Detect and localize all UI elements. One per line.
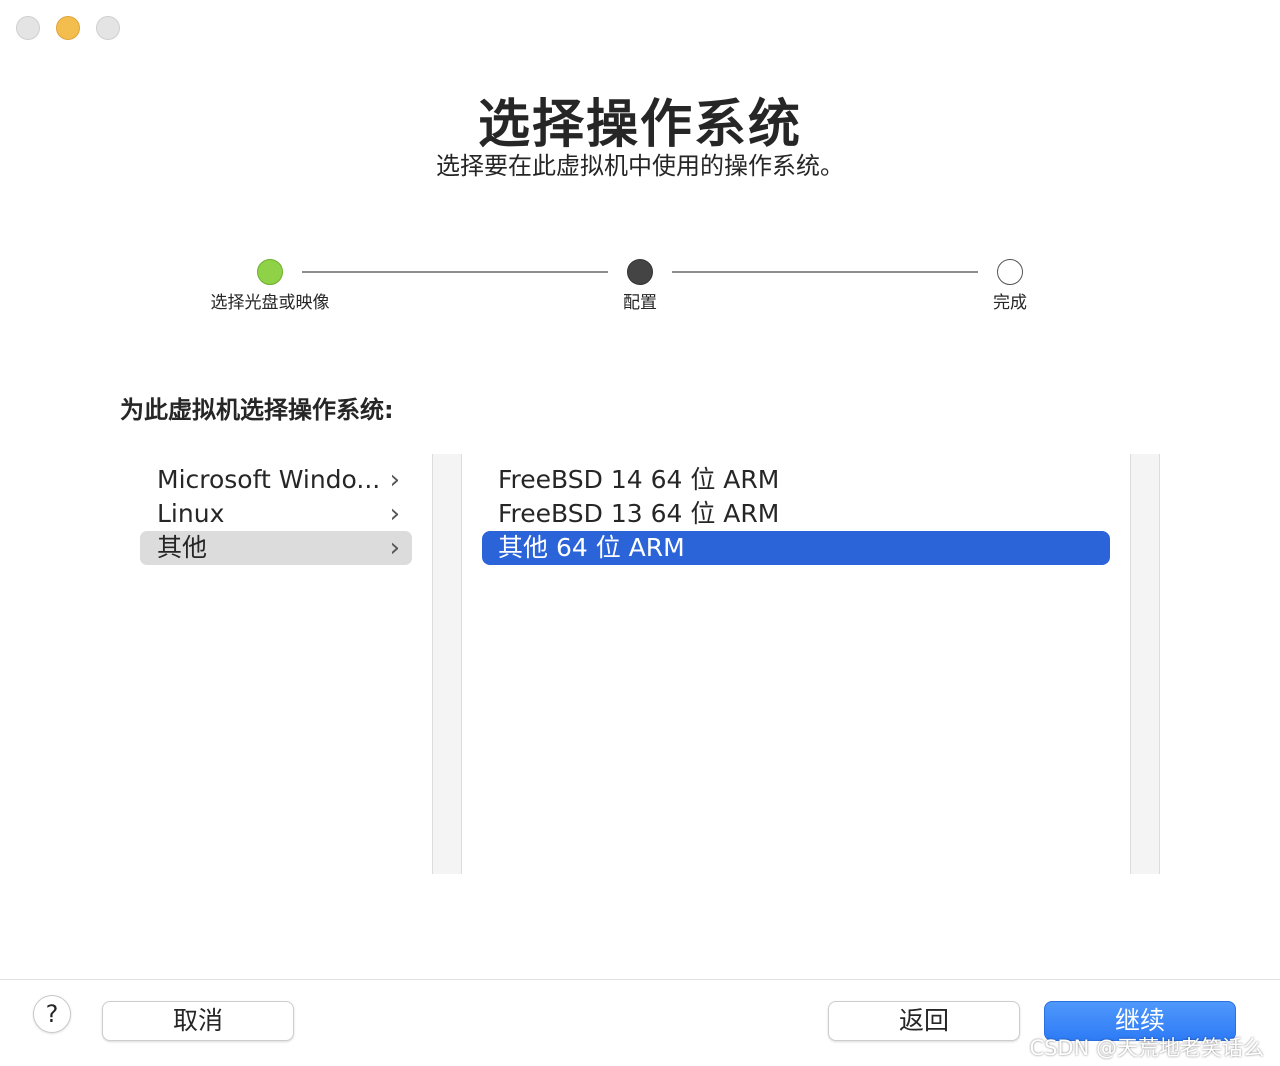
column-divider[interactable] bbox=[1130, 454, 1160, 874]
category-label: Microsoft Windo... bbox=[157, 465, 381, 494]
os-item-freebsd-13[interactable]: FreeBSD 13 64 位 ARM bbox=[482, 497, 1110, 531]
category-label: Linux bbox=[157, 499, 225, 528]
page-subtitle: 选择要在此虚拟机中使用的操作系统。 bbox=[436, 152, 844, 180]
step-connector-line bbox=[302, 271, 608, 273]
step-1-complete-indicator bbox=[257, 259, 283, 285]
os-item-freebsd-14[interactable]: FreeBSD 14 64 位 ARM bbox=[482, 463, 1110, 497]
window-close-button[interactable] bbox=[16, 16, 40, 40]
chevron-right-icon: › bbox=[389, 465, 400, 495]
footer-divider bbox=[0, 979, 1280, 980]
category-label: 其他 bbox=[157, 533, 208, 562]
chevron-right-icon: › bbox=[389, 533, 400, 563]
step-2-current-indicator bbox=[627, 259, 653, 285]
cancel-button[interactable]: 取消 bbox=[102, 1001, 294, 1041]
os-item-other-64-arm[interactable]: 其他 64 位 ARM bbox=[482, 531, 1110, 565]
category-item-windows[interactable]: Microsoft Windo... › bbox=[140, 463, 412, 497]
step-connector-line bbox=[672, 271, 978, 273]
os-category-list: Microsoft Windo... › Linux › 其他 › bbox=[140, 463, 412, 565]
os-version-list: FreeBSD 14 64 位 ARM FreeBSD 13 64 位 ARM … bbox=[482, 463, 1110, 565]
step-3-label: 完成 bbox=[993, 293, 1027, 313]
os-section-label: 为此虚拟机选择操作系统: bbox=[120, 396, 394, 424]
window-zoom-button[interactable] bbox=[96, 16, 120, 40]
help-button[interactable]: ? bbox=[33, 995, 71, 1033]
step-2-label: 配置 bbox=[623, 293, 657, 313]
column-divider[interactable] bbox=[432, 454, 462, 874]
step-3-pending-indicator bbox=[997, 259, 1023, 285]
watermark-text: CSDN @天荒地老笑话么 bbox=[1029, 1036, 1264, 1060]
category-item-other[interactable]: 其他 › bbox=[140, 531, 412, 565]
window-minimize-button[interactable] bbox=[56, 16, 80, 40]
step-1-label: 选择光盘或映像 bbox=[210, 293, 330, 313]
chevron-right-icon: › bbox=[389, 499, 400, 529]
category-item-linux[interactable]: Linux › bbox=[140, 497, 412, 531]
back-button[interactable]: 返回 bbox=[828, 1001, 1020, 1041]
